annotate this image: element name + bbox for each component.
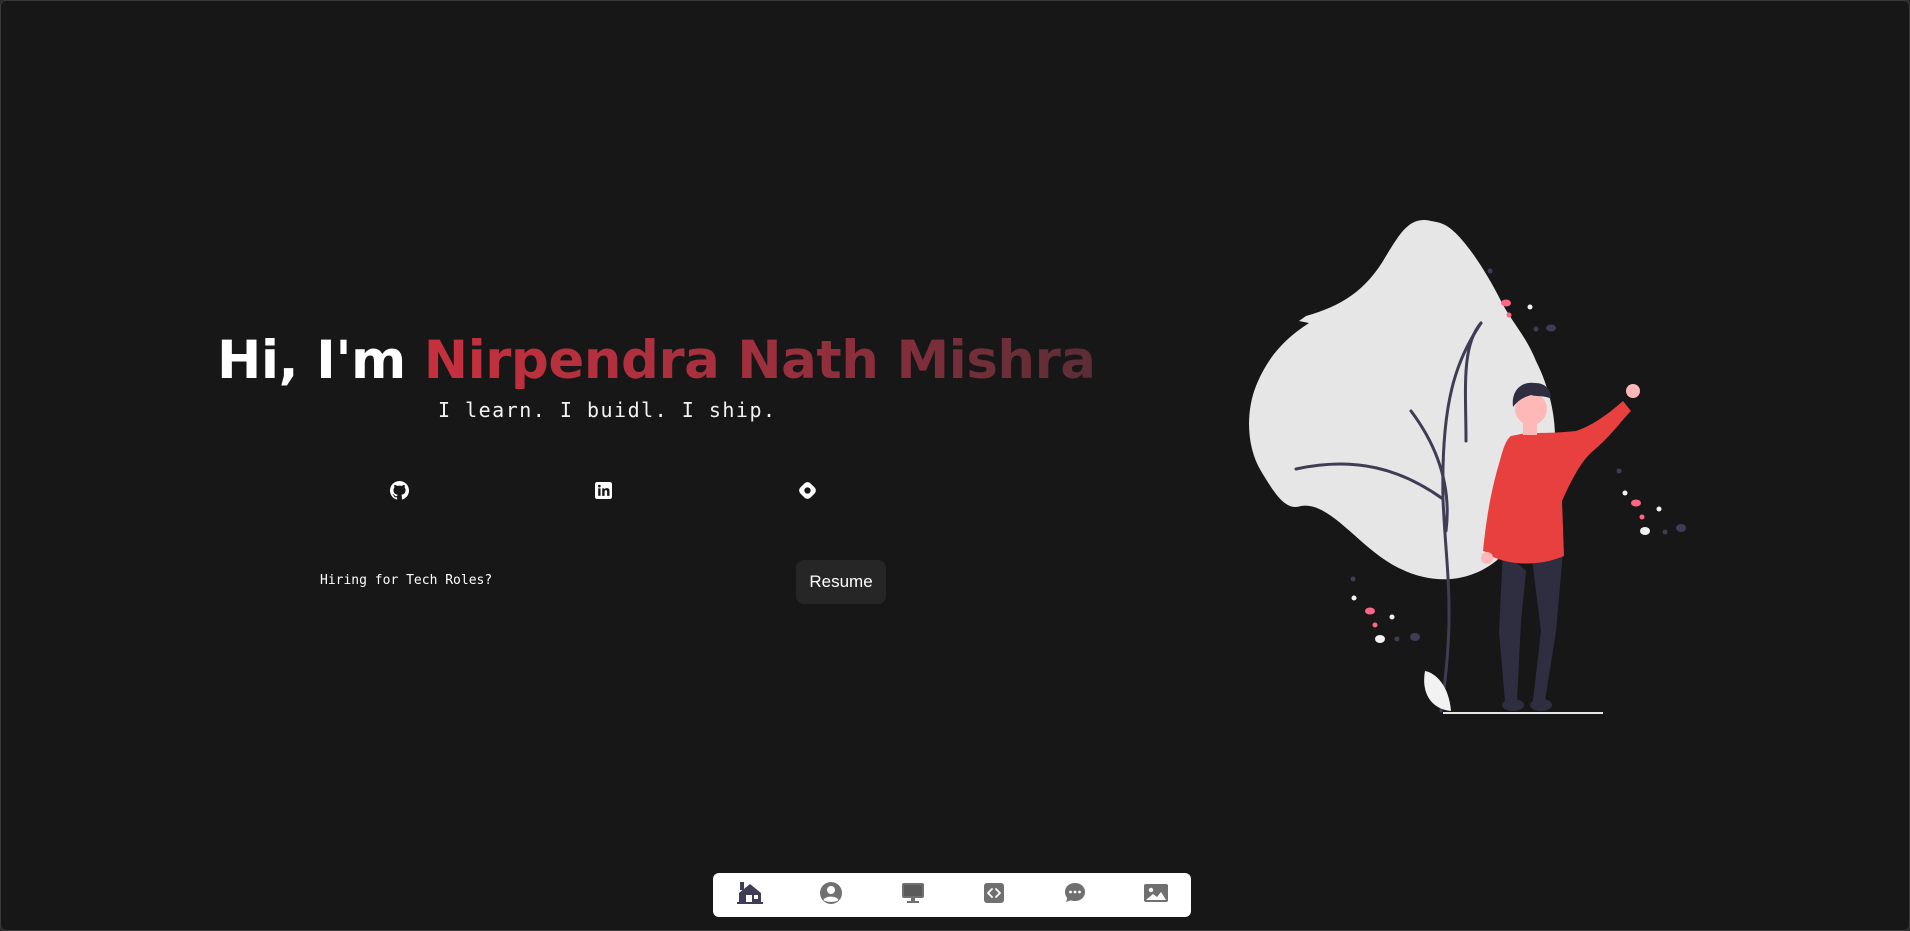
hashnode-icon	[797, 480, 818, 506]
linkedin-icon	[594, 482, 612, 504]
github-icon	[389, 481, 409, 505]
hero-greeting: Hi, I'm	[217, 330, 424, 391]
resume-button[interactable]: Resume	[796, 560, 886, 604]
github-link[interactable]	[389, 481, 409, 505]
nav-item-experience[interactable]	[900, 881, 926, 910]
nav-item-home[interactable]	[737, 881, 763, 910]
monitor-icon	[901, 881, 925, 910]
user-icon	[819, 881, 843, 910]
hero-tagline: I learn. I buidl. I ship.	[438, 398, 777, 422]
image-icon	[1143, 881, 1169, 910]
linkedin-link[interactable]	[593, 482, 613, 504]
nav-item-gallery[interactable]	[1143, 883, 1169, 907]
hero-name: Nirpendra Nath Mishra	[423, 330, 1096, 391]
hiring-text: Hiring for Tech Roles?	[320, 573, 493, 588]
chat-icon	[1063, 881, 1087, 910]
bottom-nav-bar	[713, 873, 1191, 917]
nav-item-projects[interactable]	[981, 881, 1007, 910]
nav-item-about[interactable]	[818, 881, 844, 910]
hero-title: Hi, I'm Nirpendra Nath Mishra	[217, 326, 1096, 396]
person-with-leaf-illustration	[1249, 220, 1686, 714]
browser-viewport: Hi, I'm Nirpendra Nath Mishra I learn. I…	[0, 0, 1910, 931]
hashnode-link[interactable]	[797, 480, 818, 506]
nav-item-contact[interactable]	[1062, 881, 1088, 910]
code-icon	[982, 881, 1006, 910]
home-icon	[737, 881, 763, 910]
